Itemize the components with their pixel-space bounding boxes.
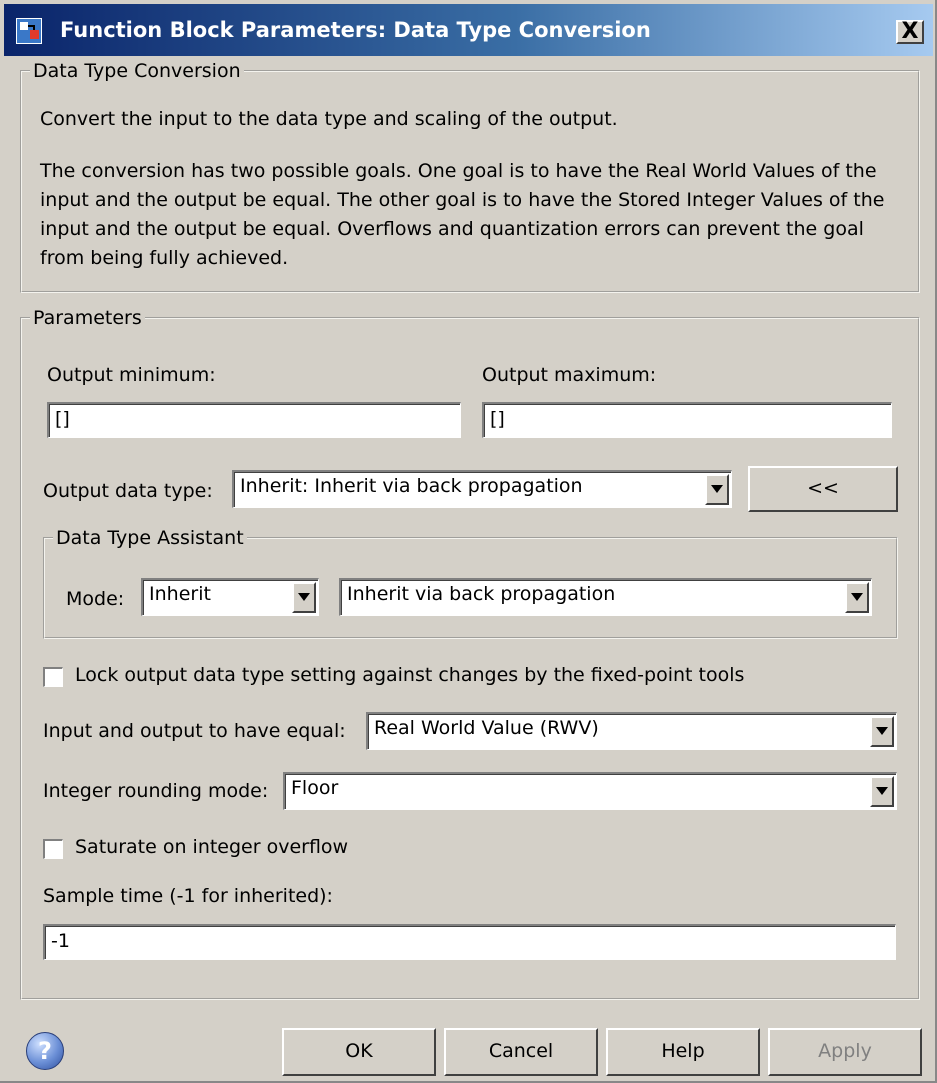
saturate-overflow-label[interactable]: Saturate on integer overflow (75, 836, 348, 858)
description-group-title: Data Type Conversion (33, 60, 241, 82)
window-title: Function Block Parameters: Data Type Con… (60, 18, 651, 42)
chevron-down-icon[interactable] (870, 776, 894, 807)
equal-value: Real World Value (RWV) (374, 717, 599, 739)
equal-select[interactable]: Real World Value (RWV) (366, 712, 897, 750)
output-data-type-value: Inherit: Inherit via back propagation (240, 475, 583, 497)
description-summary: Convert the input to the data type and s… (40, 108, 618, 130)
sample-time-label: Sample time (-1 for inherited): (43, 885, 333, 907)
sample-time-input[interactable]: -1 (43, 924, 896, 960)
description-details: The conversion has two possible goals. O… (40, 160, 885, 269)
chevron-down-icon[interactable] (870, 716, 894, 747)
data-type-assistant-title: Data Type Assistant (56, 527, 244, 549)
dialog-window: Function Block Parameters: Data Type Con… (0, 0, 937, 1083)
inherit-rule-value: Inherit via back propagation (347, 583, 616, 605)
collapse-label: << (807, 477, 839, 499)
output-minimum-input[interactable]: [] (47, 402, 461, 438)
apply-button[interactable]: Apply (768, 1028, 922, 1076)
mode-label: Mode: (66, 588, 125, 610)
parameters-group-title: Parameters (33, 307, 142, 329)
output-data-type-select[interactable]: Inherit: Inherit via back propagation (232, 470, 732, 508)
title-bar[interactable]: Function Block Parameters: Data Type Con… (4, 4, 933, 56)
lock-data-type-label[interactable]: Lock output data type setting against ch… (75, 664, 744, 686)
lock-data-type-checkbox[interactable] (43, 667, 63, 687)
help-label: Help (661, 1040, 705, 1062)
output-data-type-label: Output data type: (43, 480, 213, 502)
hide-data-type-assistant-button[interactable]: << (748, 466, 898, 512)
ok-label: OK (345, 1040, 373, 1062)
mode-select[interactable]: Inherit (141, 578, 319, 616)
rounding-mode-label: Integer rounding mode: (43, 780, 269, 802)
output-minimum-label: Output minimum: (47, 364, 216, 386)
close-icon: X (901, 19, 919, 44)
chevron-down-icon[interactable] (705, 474, 729, 505)
apply-label: Apply (818, 1040, 872, 1062)
simulink-block-icon (16, 18, 42, 44)
cancel-button[interactable]: Cancel (444, 1028, 598, 1076)
output-maximum-label: Output maximum: (482, 364, 657, 386)
question-mark-icon[interactable]: ? (26, 1032, 64, 1070)
saturate-overflow-checkbox[interactable] (43, 839, 63, 859)
inherit-rule-select[interactable]: Inherit via back propagation (339, 578, 872, 616)
cancel-label: Cancel (488, 1040, 554, 1062)
rounding-mode-select[interactable]: Floor (283, 772, 897, 810)
equal-label: Input and output to have equal: (43, 720, 346, 742)
help-button[interactable]: Help (606, 1028, 760, 1076)
mode-value: Inherit (149, 583, 211, 605)
ok-button[interactable]: OK (282, 1028, 436, 1076)
chevron-down-icon[interactable] (845, 582, 869, 613)
output-maximum-input[interactable]: [] (482, 402, 892, 438)
close-button[interactable]: X (896, 20, 924, 44)
chevron-down-icon[interactable] (292, 582, 316, 613)
help-glyph: ? (38, 1037, 52, 1065)
rounding-mode-value: Floor (291, 777, 339, 799)
